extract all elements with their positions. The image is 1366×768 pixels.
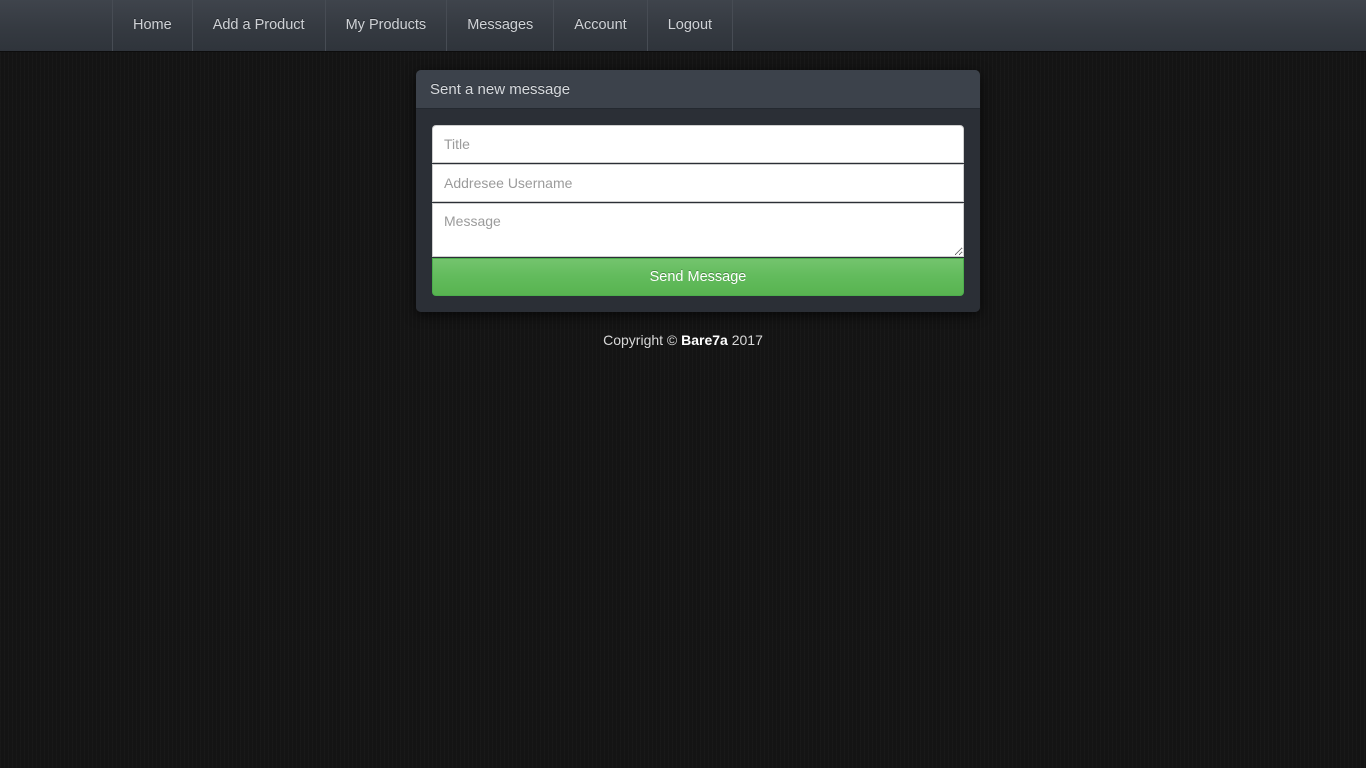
footer-brand: Bare7a: [681, 332, 728, 348]
footer-year: 2017: [727, 332, 763, 348]
main-navbar: Home Add a Product My Products Messages …: [0, 0, 1366, 52]
navbar-menu: Home Add a Product My Products Messages …: [113, 0, 734, 51]
new-message-form: Send Message: [432, 125, 964, 296]
footer: Copyright © Bare7a 2017: [0, 331, 1366, 351]
panel-body: Send Message: [416, 109, 980, 312]
nav-item-messages[interactable]: Messages: [447, 0, 555, 51]
message-textarea[interactable]: [432, 203, 964, 257]
nav-item-account[interactable]: Account: [554, 0, 648, 51]
addressee-username-input[interactable]: [432, 164, 964, 202]
new-message-panel: Sent a new message Send Message: [416, 70, 980, 312]
navbar-empty-area: [733, 0, 1366, 51]
panel-heading: Sent a new message: [416, 70, 980, 109]
send-message-button[interactable]: Send Message: [432, 258, 964, 296]
nav-item-my-products[interactable]: My Products: [326, 0, 448, 51]
nav-item-add-a-product[interactable]: Add a Product: [193, 0, 326, 51]
nav-item-logout[interactable]: Logout: [648, 0, 734, 51]
navbar-brand-spacer: [0, 0, 113, 51]
nav-item-home[interactable]: Home: [113, 0, 193, 51]
title-input[interactable]: [432, 125, 964, 163]
footer-copyright-prefix: Copyright ©: [603, 332, 682, 348]
panel-title: Sent a new message: [430, 80, 571, 98]
